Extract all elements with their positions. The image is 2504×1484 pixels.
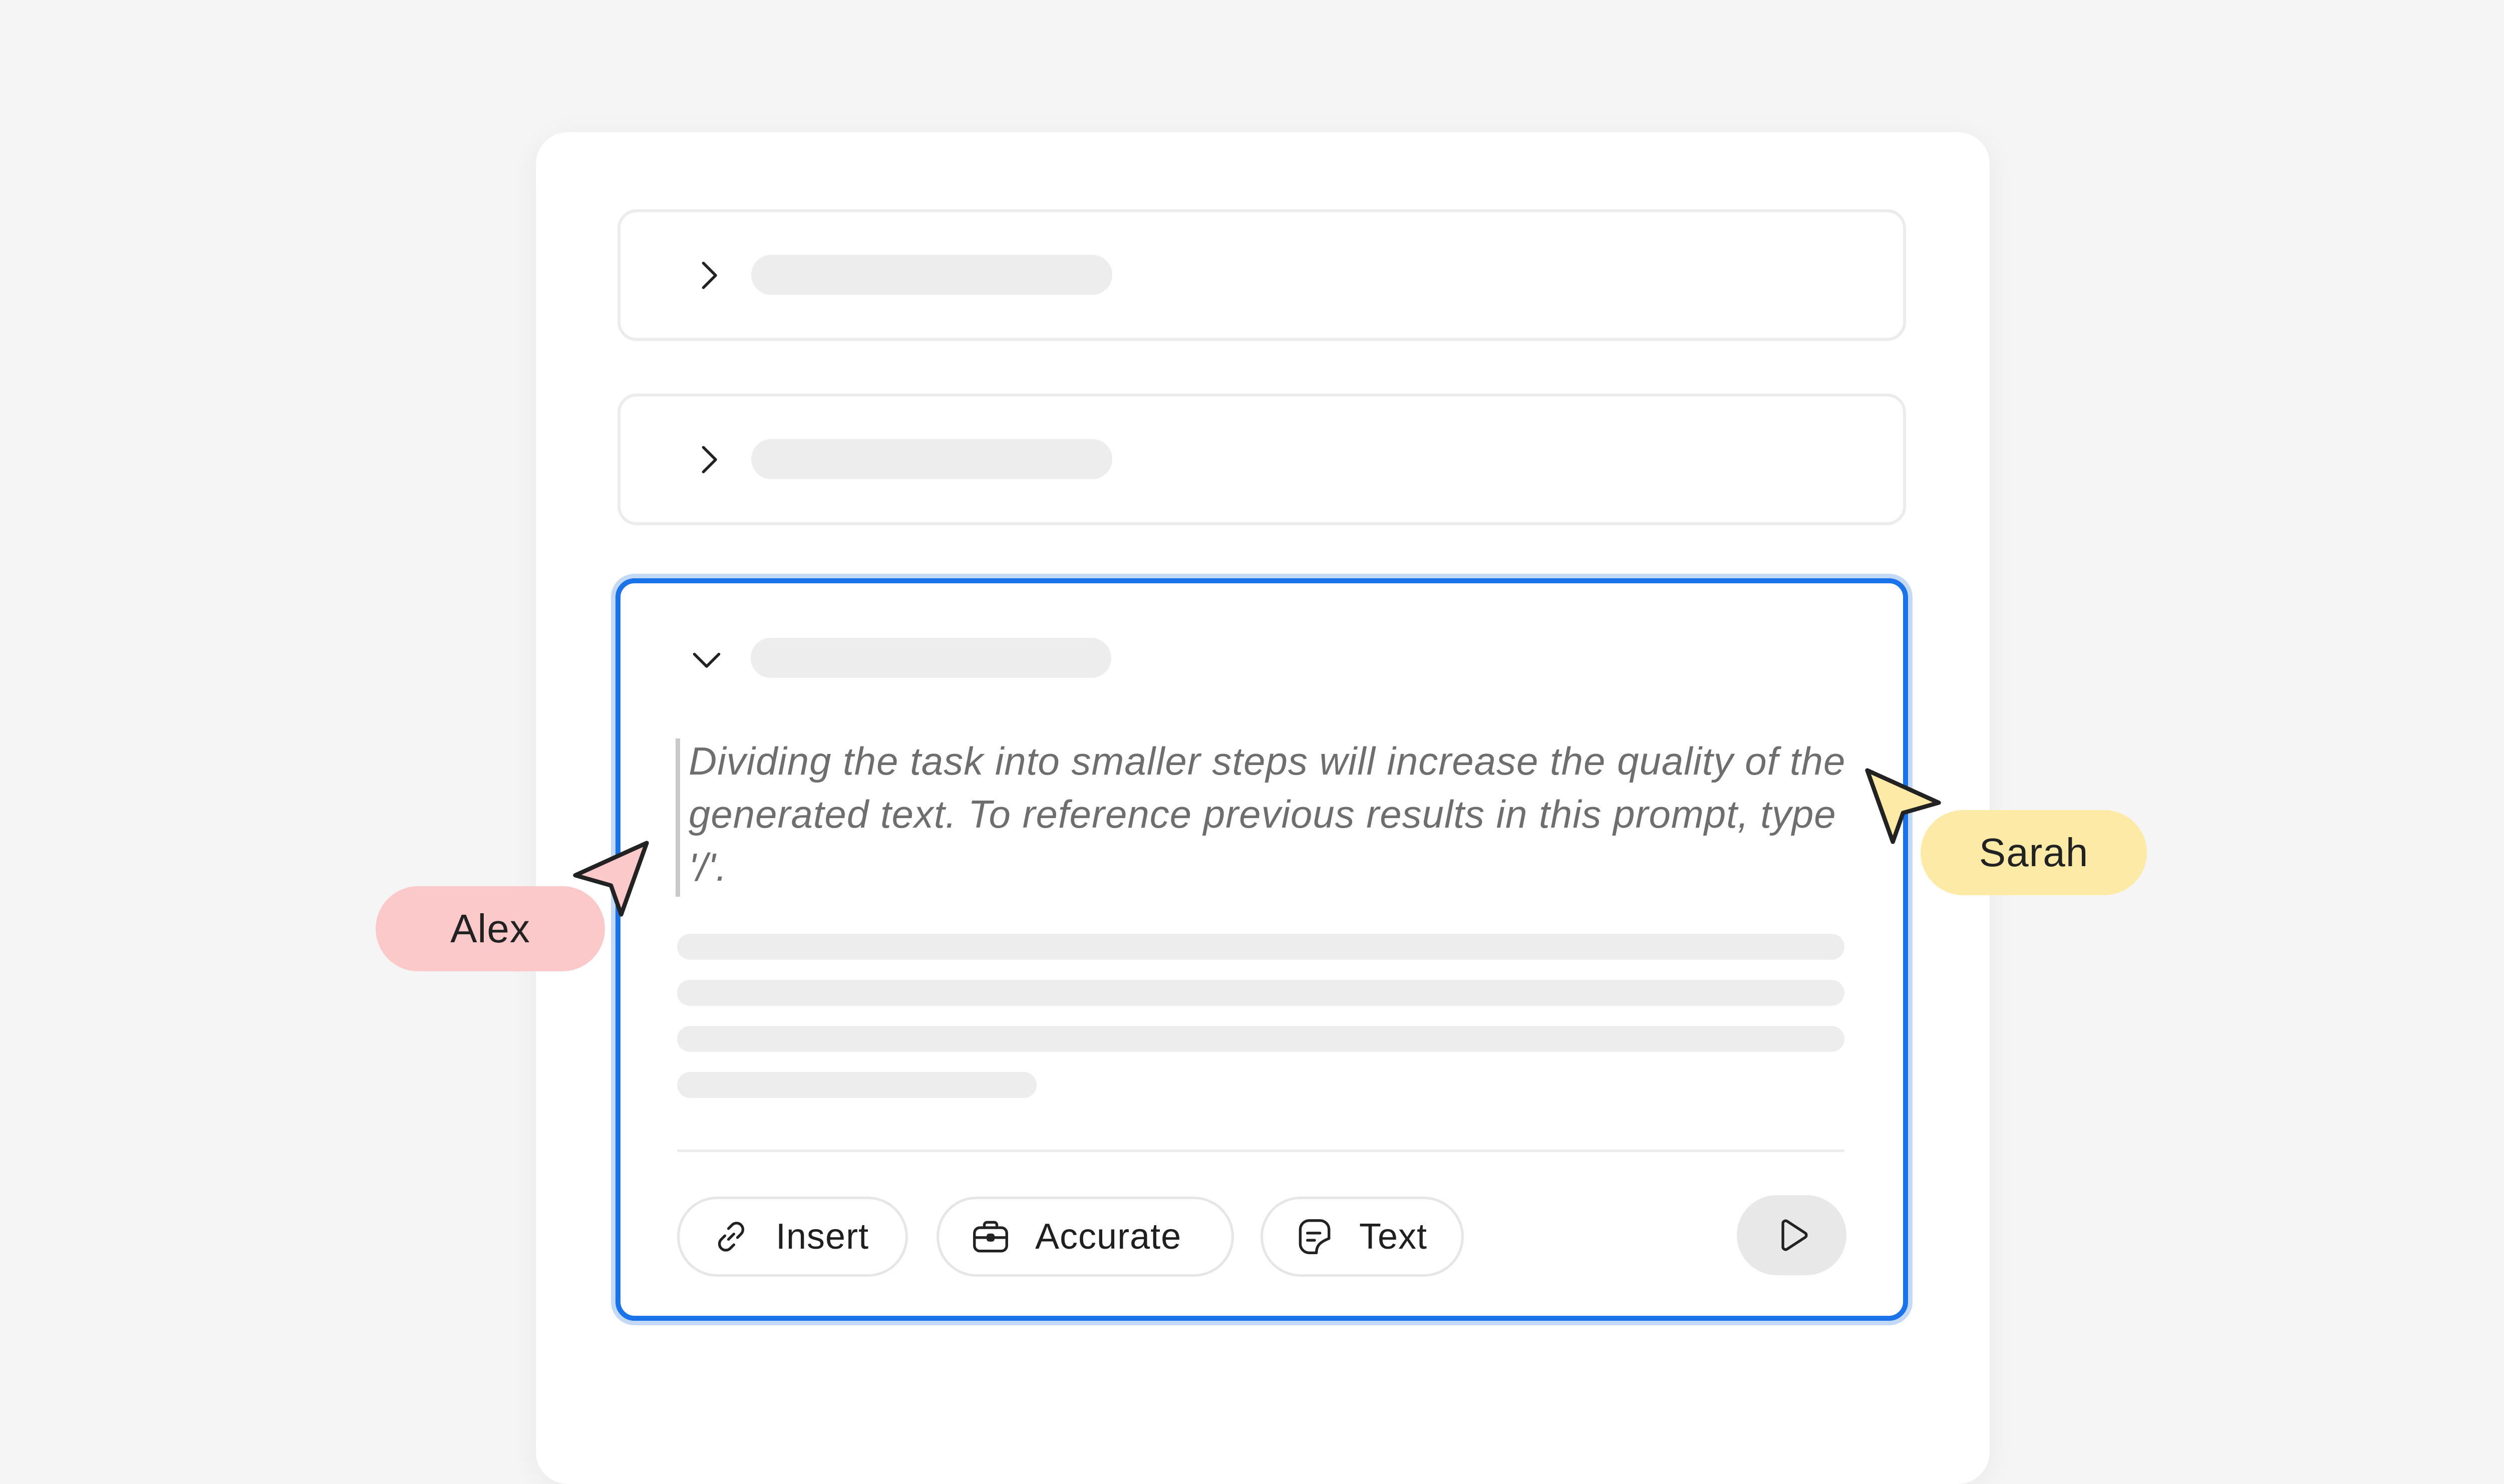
accurate-label: Accurate bbox=[1035, 1217, 1182, 1257]
collapsed-section-1[interactable] bbox=[617, 209, 1906, 341]
prompt-quote-bar bbox=[676, 738, 680, 897]
document-icon bbox=[1293, 1215, 1336, 1258]
accurate-button[interactable]: Accurate bbox=[936, 1197, 1234, 1277]
content-placeholder-line bbox=[677, 980, 1844, 1006]
chevron-right-icon[interactable] bbox=[688, 439, 730, 481]
section-title-placeholder bbox=[751, 439, 1112, 479]
link-icon bbox=[710, 1215, 753, 1258]
text-label: Text bbox=[1359, 1217, 1428, 1257]
chevron-right-icon[interactable] bbox=[688, 254, 730, 296]
content-placeholder-line bbox=[677, 1026, 1844, 1052]
insert-label: Insert bbox=[776, 1217, 869, 1257]
alex-name-tag: Alex bbox=[376, 886, 605, 971]
section-title-placeholder bbox=[751, 255, 1112, 295]
toolbar-divider bbox=[677, 1150, 1844, 1152]
chevron-down-icon[interactable] bbox=[686, 638, 728, 680]
content-placeholder-line bbox=[677, 1072, 1037, 1098]
active-section[interactable]: Dividing the task into smaller steps wil… bbox=[615, 578, 1908, 1321]
insert-button[interactable]: Insert bbox=[677, 1197, 908, 1277]
briefcase-icon bbox=[969, 1215, 1012, 1258]
sarah-name-tag: Sarah bbox=[1921, 810, 2147, 895]
prompt-text[interactable]: Dividing the task into smaller steps wil… bbox=[689, 734, 1870, 894]
run-button[interactable] bbox=[1737, 1195, 1846, 1275]
collapsed-section-2[interactable] bbox=[617, 394, 1906, 525]
section-title-placeholder bbox=[751, 638, 1111, 678]
content-placeholder-line bbox=[677, 934, 1844, 960]
play-icon bbox=[1770, 1214, 1813, 1257]
text-button[interactable]: Text bbox=[1261, 1197, 1464, 1277]
